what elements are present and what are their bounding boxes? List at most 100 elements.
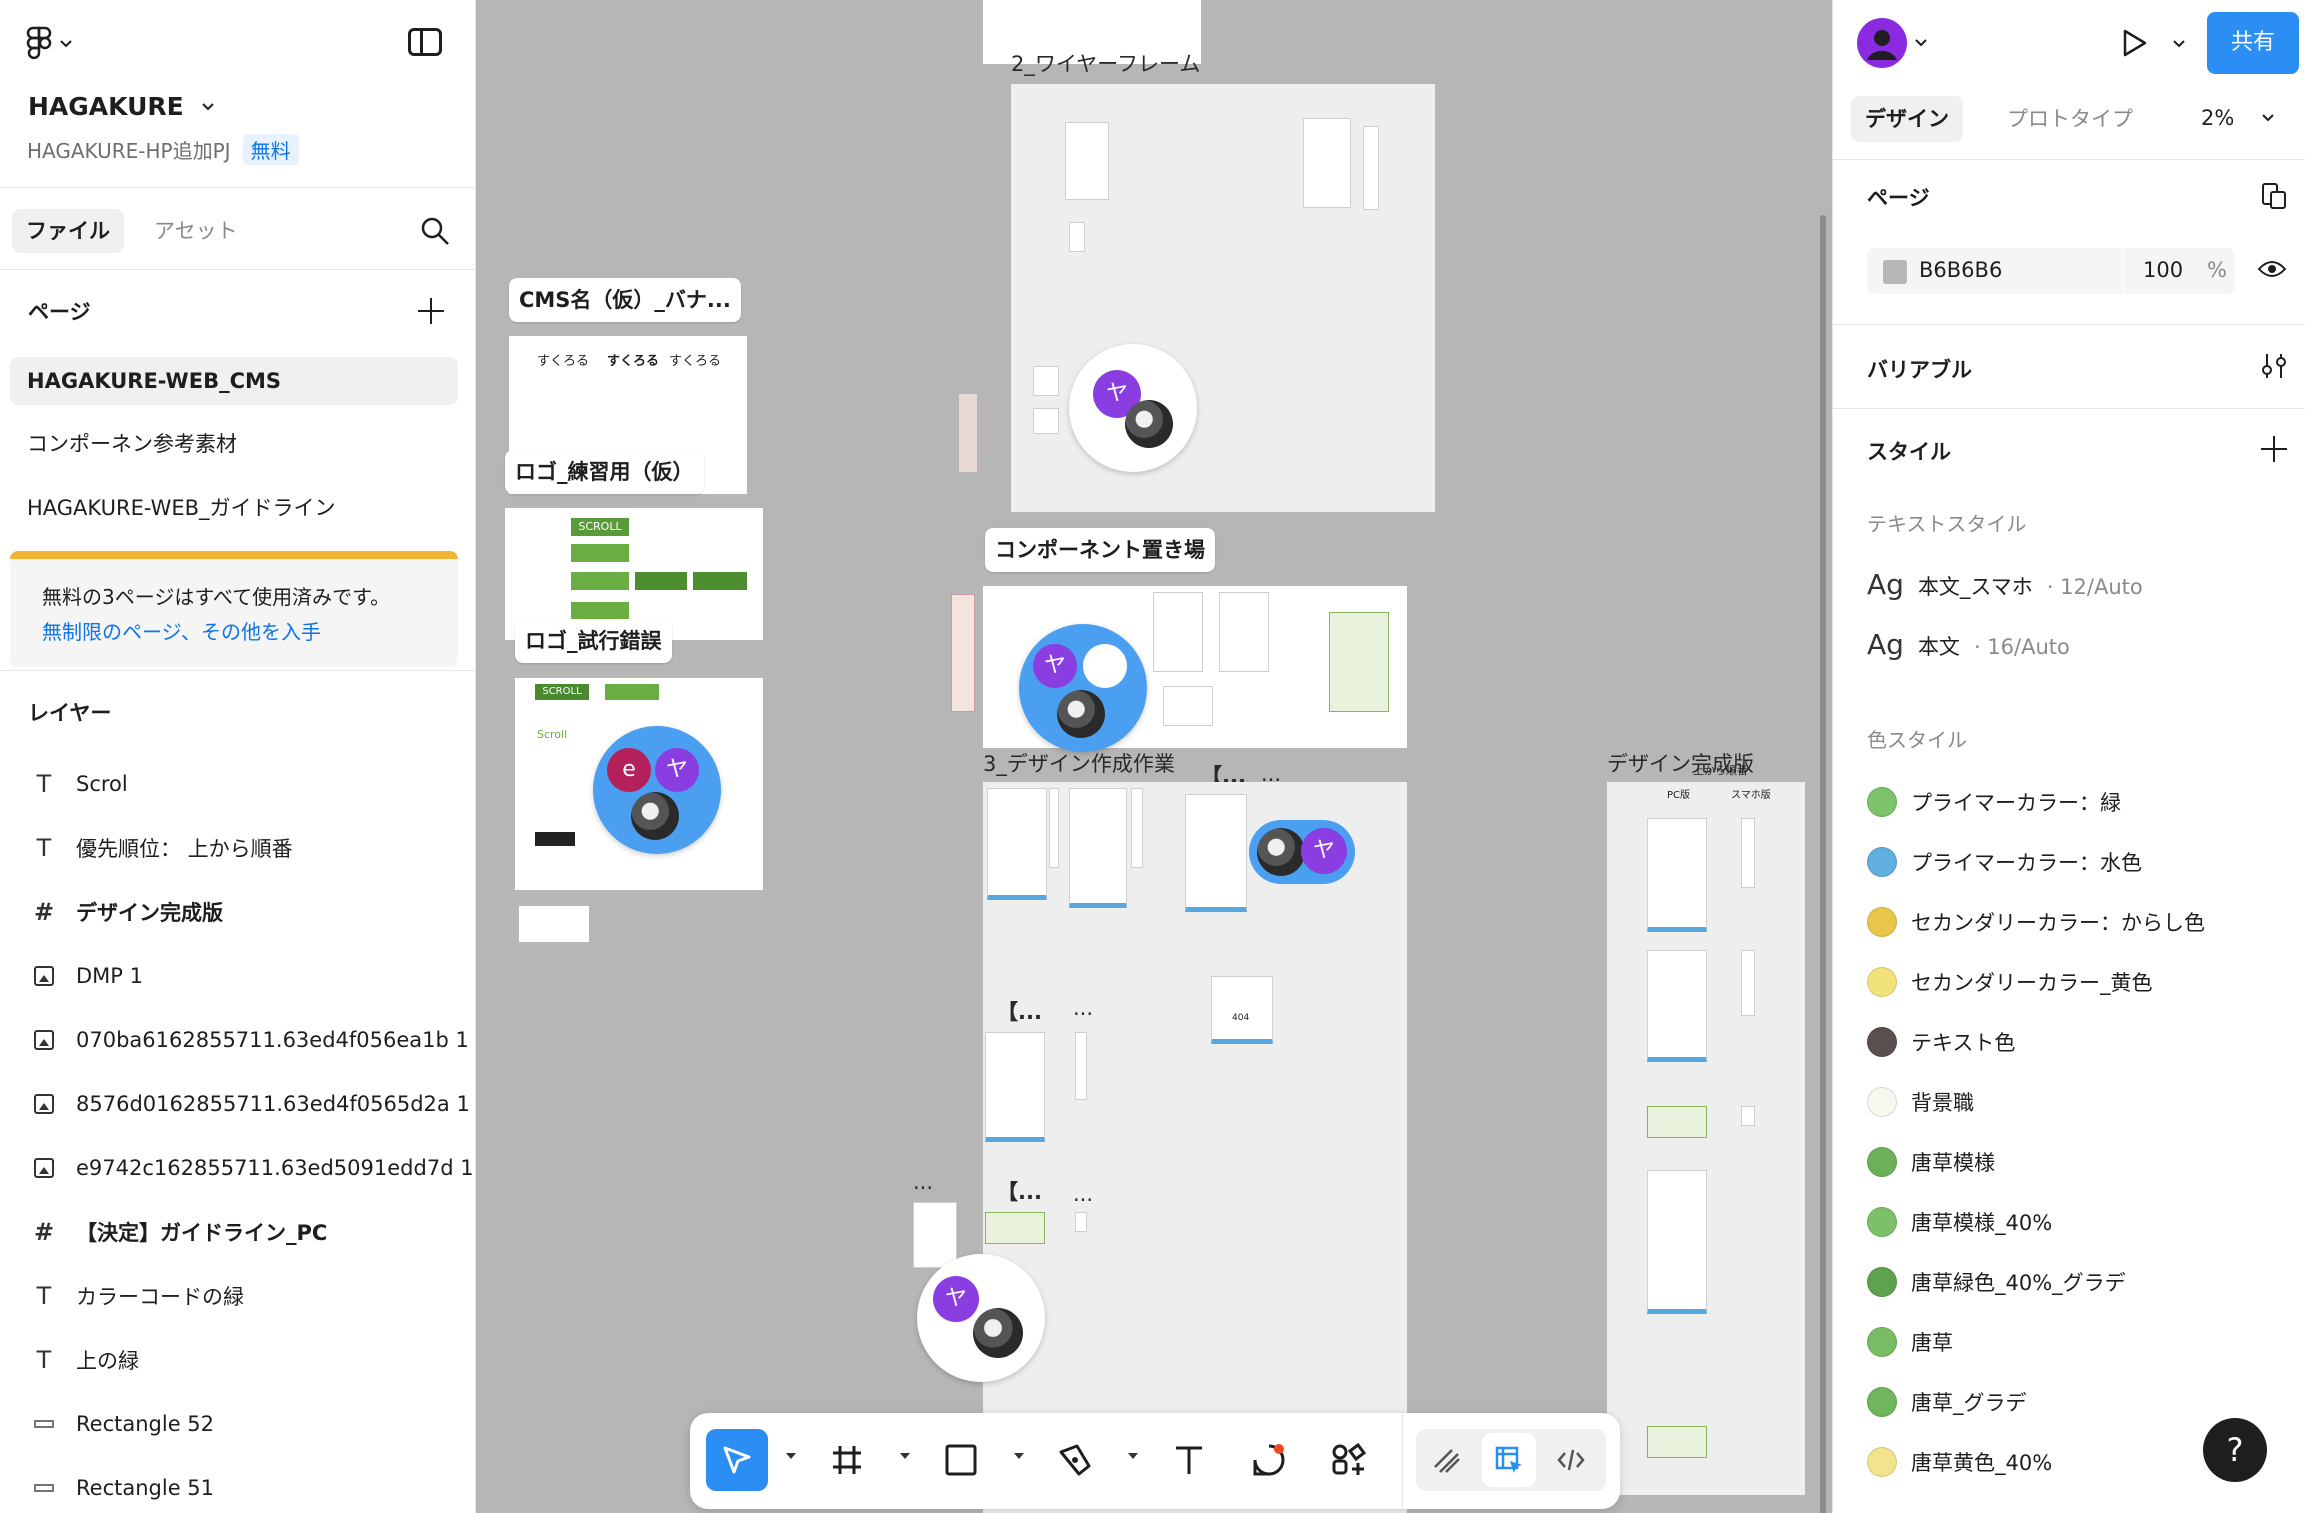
page-color-hex[interactable]: B6B6B6 <box>1919 258 2002 282</box>
page-item-components[interactable]: コンポーネン参考素材 <box>10 420 458 468</box>
draw-mode-button[interactable] <box>1420 1433 1474 1487</box>
frame-label-wireframe[interactable]: 2_ワイヤーフレーム <box>1011 48 1200 78</box>
chevron-down-icon[interactable] <box>2173 40 2185 48</box>
color-style-item[interactable]: セカンダリーカラー：からし色 <box>1867 902 2205 942</box>
project-title[interactable]: HAGAKURE <box>28 92 214 121</box>
chevron-down-icon[interactable] <box>786 1453 796 1459</box>
color-style-item[interactable]: テキスト色 <box>1867 1022 2015 1062</box>
tab-file[interactable]: ファイル <box>12 209 124 253</box>
pen-tool-button[interactable] <box>1044 1429 1106 1491</box>
present-button[interactable] <box>2119 28 2149 62</box>
frame-label-bracket[interactable]: 【... <box>997 1176 1042 1206</box>
color-style-item[interactable]: プライマーカラー：水色 <box>1867 842 2142 882</box>
frame-tool-button[interactable] <box>816 1429 878 1491</box>
tab-assets[interactable]: アセット <box>140 209 252 253</box>
canvas-frame[interactable] <box>519 906 589 942</box>
page-color-field[interactable]: B6B6B6 100 % <box>1867 248 2235 294</box>
color-style-item[interactable]: 唐草黄色_40% <box>1867 1442 2052 1482</box>
design-mode-button[interactable] <box>1482 1433 1536 1487</box>
chevron-down-icon[interactable] <box>900 1453 910 1459</box>
frame-label-logo-practice[interactable]: ロゴ_練習用（仮） <box>505 450 704 494</box>
layer-item[interactable]: # デザイン完成版 <box>30 892 223 932</box>
sidebar-toggle-icon[interactable] <box>408 28 442 56</box>
actions-tool-button[interactable] <box>1318 1429 1380 1491</box>
color-style-item[interactable]: 唐草模様 <box>1867 1142 1995 1182</box>
page-item-cms[interactable]: HAGAKURE-WEB_CMS <box>10 357 458 405</box>
thumbnail[interactable] <box>913 1202 957 1268</box>
export-page-icon[interactable] <box>2261 182 2287 210</box>
comment-tool-button[interactable] <box>1238 1429 1300 1491</box>
add-page-icon[interactable] <box>418 298 444 324</box>
page-item-guideline[interactable]: HAGAKURE-WEB_ガイドライン <box>10 484 458 532</box>
page-opacity[interactable]: 100 <box>2143 258 2183 282</box>
color-style-item[interactable]: セカンダリーカラー_黄色 <box>1867 962 2153 1002</box>
shape-tool-button[interactable] <box>930 1429 992 1491</box>
add-style-icon[interactable] <box>2261 436 2287 462</box>
frame-label-cms-banner[interactable]: CMS名（仮）_バナ... <box>509 278 741 322</box>
layer-item[interactable]: Rectangle 51 <box>30 1468 214 1508</box>
main-menu-button[interactable] <box>26 26 72 62</box>
layer-item[interactable]: e9742c162855711.63ed5091edd7d 1 <box>30 1148 474 1188</box>
color-style-item[interactable]: プライマーカラー：緑 <box>1867 782 2121 822</box>
color-style-name: セカンダリーカラー：からし色 <box>1911 911 2205 935</box>
design-final-frame[interactable]: PC版 スマホ版 <box>1607 782 1805 1495</box>
layer-item[interactable]: 070ba6162855711.63ed4f056ea1b 1 <box>30 1020 469 1060</box>
frame-label-component-place[interactable]: コンポーネント置き場 <box>985 528 1215 572</box>
color-style-item[interactable]: 背景職 <box>1867 1082 1974 1122</box>
color-style-item[interactable]: 唐草模様_40% <box>1867 1202 2052 1242</box>
text-tool-button[interactable] <box>1158 1429 1220 1491</box>
tab-design[interactable]: デザイン <box>1851 96 1963 142</box>
canvas-object[interactable] <box>959 394 977 472</box>
frame-label-ellipsis[interactable]: ... <box>1073 1182 1093 1206</box>
search-icon[interactable] <box>420 216 450 246</box>
layer-item[interactable]: T Scrol <box>30 764 128 804</box>
chevron-down-icon[interactable] <box>1128 1453 1138 1459</box>
layer-item[interactable]: Rectangle 52 <box>30 1404 214 1444</box>
text-style-item[interactable]: Ag 本文_スマホ · 12/Auto <box>1867 568 2143 601</box>
page-color-swatch[interactable] <box>1883 260 1907 284</box>
toolbar-separator <box>1402 1413 1403 1509</box>
frame-label-ellipsis[interactable]: ... <box>913 1170 933 1194</box>
thumbnail <box>1075 1212 1087 1232</box>
frame-label-design-work[interactable]: 3_デザイン作成作業 <box>983 748 1175 778</box>
tab-prototype[interactable]: プロトタイプ <box>1993 96 2147 142</box>
thumbnail <box>1363 126 1379 210</box>
layer-item[interactable]: T 上の緑 <box>30 1340 139 1380</box>
logo-sample: SCROLL <box>535 684 589 700</box>
text-style-item[interactable]: Ag 本文 · 16/Auto <box>1867 628 2070 661</box>
color-style-item[interactable]: 唐草 <box>1867 1322 1953 1362</box>
zoom-control[interactable]: 2% <box>2201 106 2275 130</box>
layer-item[interactable]: DMP 1 <box>30 956 143 996</box>
layer-item[interactable]: 8576d0162855711.63ed4f0565d2a 1 <box>30 1084 470 1124</box>
wireframe-frame[interactable] <box>1011 84 1435 512</box>
upgrade-link[interactable]: 無制限のページ、その他を入手 <box>42 616 458 645</box>
chevron-down-icon[interactable] <box>1014 1453 1024 1459</box>
image-layer-icon <box>34 966 54 986</box>
share-button[interactable]: 共有 <box>2207 12 2299 74</box>
help-button[interactable]: ? <box>2203 1418 2267 1482</box>
frame-label-logo-trial[interactable]: ロゴ_試行錯誤 <box>515 619 672 663</box>
layer-item[interactable]: T カラーコードの緑 <box>30 1276 244 1316</box>
move-tool-button[interactable] <box>706 1429 768 1491</box>
logo-swatch <box>535 832 575 846</box>
eye-icon[interactable] <box>2257 258 2287 280</box>
layer-item[interactable]: # 【決定】ガイドライン_PC <box>30 1212 327 1252</box>
color-style-item[interactable]: 唐草緑色_40%_グラデ <box>1867 1262 2126 1302</box>
canvas-object[interactable] <box>951 594 975 712</box>
design-work-frame[interactable]: 404 <box>983 782 1407 1513</box>
canvas-scrollbar[interactable] <box>1820 215 1826 1513</box>
play-icon <box>2123 29 2147 57</box>
user-menu[interactable] <box>1857 18 1927 68</box>
logo-sample: Scroll <box>537 728 568 741</box>
project-folder[interactable]: HAGAKURE-HP追加PJ <box>27 135 231 164</box>
collaborator-avatar: e <box>607 748 651 792</box>
canvas[interactable]: 2_ワイヤーフレーム ヤ CMS名（仮）_バナ... すくろる すくろる すくろ… <box>477 0 1831 1513</box>
thumbnail <box>1741 950 1755 1016</box>
frame-label-design-final-sub[interactable]: 上から順番 <box>1693 762 1748 778</box>
dev-mode-button[interactable] <box>1544 1433 1598 1487</box>
frame-label-ellipsis[interactable]: ... <box>1073 996 1093 1020</box>
variables-settings-icon[interactable] <box>2261 352 2287 380</box>
layer-item[interactable]: T 優先順位： 上から順番 <box>30 828 293 868</box>
frame-label-bracket[interactable]: 【... <box>997 996 1042 1026</box>
color-style-item[interactable]: 唐草_グラデ <box>1867 1382 2027 1422</box>
